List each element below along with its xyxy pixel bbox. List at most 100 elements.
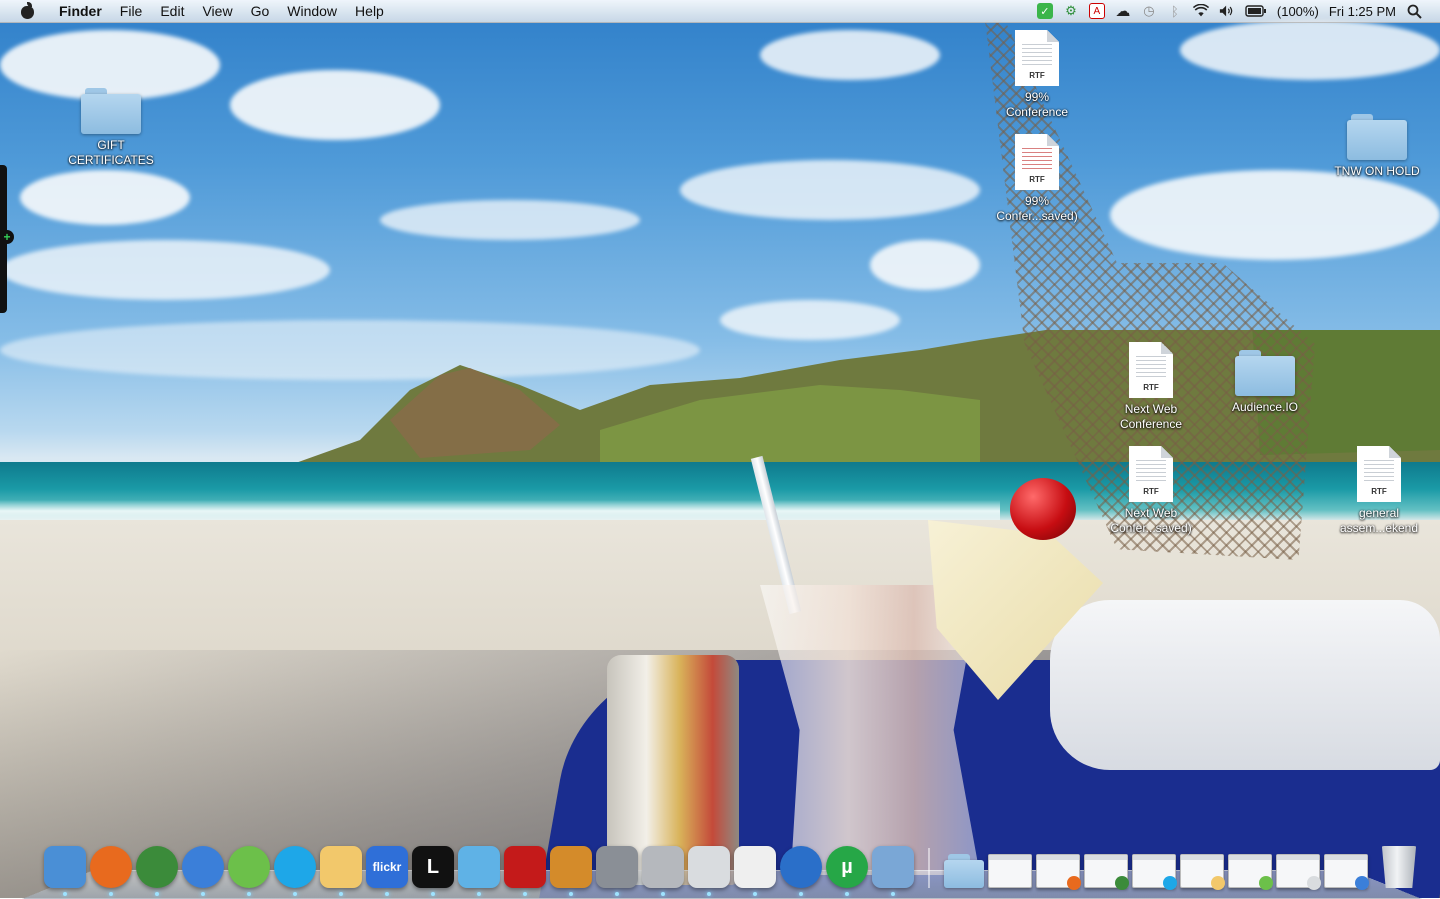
running-indicator bbox=[63, 892, 67, 896]
flickr-uploadr-icon[interactable]: flickr bbox=[366, 846, 408, 896]
rtf-document-icon: RTF bbox=[1129, 446, 1173, 502]
running-indicator bbox=[109, 892, 113, 896]
minimized-window-1-icon[interactable] bbox=[988, 854, 1032, 888]
desktop-document[interactable]: RTF 99% Confer...saved) bbox=[982, 134, 1092, 224]
app-badge-icon bbox=[1307, 876, 1321, 890]
wifi-icon[interactable] bbox=[1192, 3, 1209, 19]
folder-icon bbox=[81, 88, 141, 134]
battery-icon[interactable] bbox=[1245, 3, 1267, 19]
menu-app-name[interactable]: Finder bbox=[50, 3, 111, 19]
textedit-icon[interactable] bbox=[734, 846, 776, 896]
utorrent-icon[interactable]: µ bbox=[826, 846, 868, 896]
gear-sync-icon[interactable]: ⚙ bbox=[1063, 3, 1079, 19]
lightroom-icon[interactable]: L bbox=[412, 846, 454, 896]
rtf-document-icon: RTF bbox=[1129, 342, 1173, 398]
fish-app-icon[interactable] bbox=[458, 846, 500, 896]
menu-edit[interactable]: Edit bbox=[151, 3, 193, 19]
mail-photos-icon[interactable] bbox=[872, 846, 914, 896]
itunes-icon[interactable] bbox=[182, 846, 224, 896]
running-indicator bbox=[523, 892, 527, 896]
running-indicator bbox=[569, 892, 573, 896]
running-indicator bbox=[155, 892, 159, 896]
desktop-icon-label: general assem...ekend bbox=[1339, 506, 1419, 535]
apple-menu-icon[interactable] bbox=[18, 2, 36, 20]
running-indicator bbox=[707, 892, 711, 896]
firefox-icon[interactable] bbox=[90, 846, 132, 896]
keychain-icon[interactable] bbox=[688, 846, 730, 896]
minimized-window-8-icon[interactable] bbox=[1324, 854, 1369, 890]
system-preferences-icon[interactable] bbox=[596, 846, 638, 896]
running-indicator bbox=[293, 892, 297, 896]
desktop-folder[interactable]: GIFT CERTIFICATES bbox=[56, 88, 166, 168]
minimized-window-2-icon[interactable] bbox=[1036, 854, 1081, 890]
minimized-window-7-icon[interactable] bbox=[1276, 854, 1321, 890]
desktop-icon-label: Next Web Confer...saved) bbox=[1110, 506, 1192, 535]
chrome-icon[interactable] bbox=[136, 846, 178, 896]
bluetooth-icon[interactable]: ᛒ bbox=[1167, 3, 1183, 19]
imovie-icon[interactable] bbox=[642, 846, 684, 896]
running-indicator bbox=[201, 892, 205, 896]
rtf-document-icon: RTF bbox=[1015, 30, 1059, 86]
menu-go[interactable]: Go bbox=[242, 3, 279, 19]
volume-icon[interactable] bbox=[1219, 3, 1235, 19]
app-badge-icon bbox=[1163, 876, 1177, 890]
photo-booth-icon[interactable] bbox=[504, 846, 546, 896]
desktop-icon-label: 99% Conference bbox=[1005, 90, 1069, 119]
menu-view[interactable]: View bbox=[193, 3, 241, 19]
running-indicator bbox=[753, 892, 757, 896]
minimized-window-5-icon[interactable] bbox=[1180, 854, 1225, 890]
folder-icon bbox=[1235, 350, 1295, 396]
menu-clock[interactable]: Fri 1:25 PM bbox=[1329, 4, 1396, 19]
menu-bar: Finder File Edit View Go Window Help ✓ ⚙… bbox=[0, 0, 1440, 23]
running-indicator bbox=[339, 892, 343, 896]
time-machine-icon[interactable]: ◷ bbox=[1141, 3, 1157, 19]
desktop-icon-label: TNW ON HOLD bbox=[1334, 164, 1420, 178]
running-indicator bbox=[431, 892, 435, 896]
preview-icon[interactable] bbox=[320, 846, 362, 896]
desktop-wallpaper bbox=[0, 0, 1440, 898]
desktop-document[interactable]: RTF general assem...ekend bbox=[1324, 446, 1434, 536]
rtf-document-icon: RTF bbox=[1015, 134, 1059, 190]
desktop-document[interactable]: RTF 99% Conference bbox=[982, 30, 1092, 120]
skype-icon[interactable] bbox=[274, 846, 316, 896]
desktop-document[interactable]: RTF Next Web Confer...saved) bbox=[1096, 446, 1206, 536]
running-indicator bbox=[891, 892, 895, 896]
running-indicator bbox=[247, 892, 251, 896]
menu-help[interactable]: Help bbox=[346, 3, 393, 19]
rtf-document-icon: RTF bbox=[1357, 446, 1401, 502]
desktop-icon-label: 99% Confer...saved) bbox=[996, 194, 1078, 223]
add-widget-icon[interactable]: + bbox=[0, 230, 14, 244]
desktop-folder[interactable]: Audience.IO bbox=[1210, 350, 1320, 415]
desktop-icon-label: GIFT CERTIFICATES bbox=[68, 138, 154, 167]
menu-file[interactable]: File bbox=[111, 3, 152, 19]
minimized-window-6-icon[interactable] bbox=[1228, 854, 1273, 890]
app-badge-icon bbox=[1067, 876, 1081, 890]
iphoto-icon[interactable] bbox=[550, 846, 592, 896]
app-badge-icon bbox=[1115, 876, 1129, 890]
battery-percentage[interactable]: (100%) bbox=[1277, 4, 1319, 19]
cloud-icon[interactable]: ☁ bbox=[1115, 3, 1131, 20]
trash-icon[interactable] bbox=[1381, 846, 1417, 888]
quicktime-icon[interactable] bbox=[780, 846, 822, 896]
spotify-icon[interactable] bbox=[228, 846, 270, 896]
acrobat-icon[interactable]: A bbox=[1088, 3, 1105, 19]
status-green-app-icon[interactable]: ✓ bbox=[1036, 3, 1053, 19]
running-indicator bbox=[661, 892, 665, 896]
minimized-window-4-icon[interactable] bbox=[1132, 854, 1177, 890]
running-indicator bbox=[799, 892, 803, 896]
running-indicator bbox=[477, 892, 481, 896]
utorrent-glyph: µ bbox=[841, 855, 853, 878]
desktop-icon-label: Audience.IO bbox=[1231, 400, 1299, 414]
running-indicator bbox=[615, 892, 619, 896]
running-indicator bbox=[845, 892, 849, 896]
menu-window[interactable]: Window bbox=[278, 3, 346, 19]
desktop-document[interactable]: RTF Next Web Conference bbox=[1096, 342, 1206, 432]
lightroom-glyph: L bbox=[426, 855, 440, 878]
app-badge-icon bbox=[1211, 876, 1225, 890]
finder-icon[interactable] bbox=[44, 846, 86, 896]
documents-folder-icon[interactable] bbox=[944, 854, 984, 888]
flickr-uploadr-glyph: flickr bbox=[372, 860, 402, 874]
minimized-window-3-icon[interactable] bbox=[1084, 854, 1129, 890]
spotlight-search-icon[interactable] bbox=[1406, 3, 1422, 19]
desktop-folder[interactable]: TNW ON HOLD bbox=[1322, 114, 1432, 179]
